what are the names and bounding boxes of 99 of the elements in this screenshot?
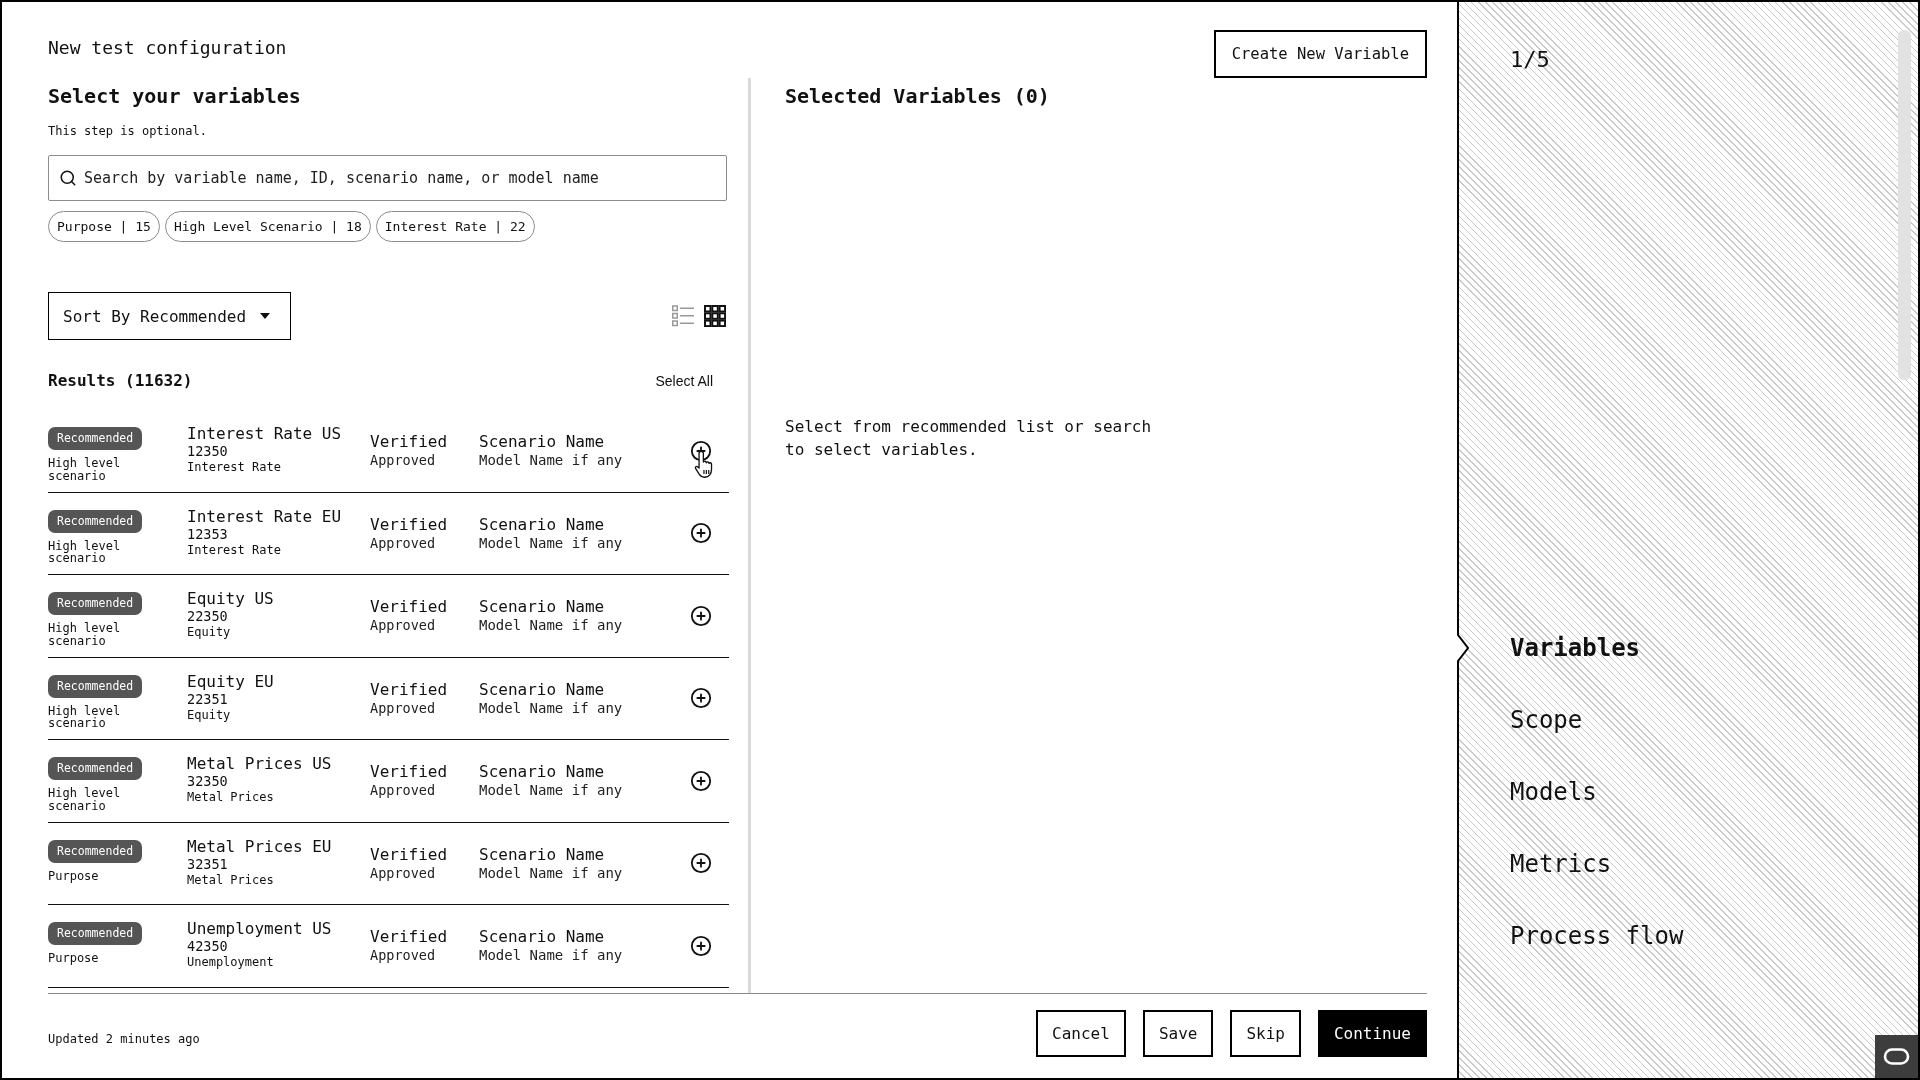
page-title: New test configuration: [48, 36, 287, 60]
step-item[interactable]: Metrics: [1459, 828, 1612, 900]
selected-heading: Selected Variables (0): [785, 84, 1051, 108]
scope-label: High level scenario: [48, 622, 122, 647]
model-name: Model Name if any: [479, 451, 623, 470]
category-label: Equity: [187, 707, 231, 723]
model-name: Model Name if any: [479, 946, 623, 965]
recommended-badge: Recommended: [48, 427, 143, 450]
category-label: Equity: [187, 625, 231, 640]
approval-text: Approved: [370, 781, 436, 800]
status-text: Verified: [370, 514, 448, 534]
add-circle-icon[interactable]: [690, 604, 712, 627]
variable-id: 22350: [187, 608, 228, 625]
step-item[interactable]: Scope: [1459, 684, 1583, 756]
step-item[interactable]: Process flow: [1459, 900, 1684, 972]
scenario-name: Scenario Name: [479, 762, 605, 782]
recommended-badge: Recommended: [48, 592, 143, 615]
add-circle-icon[interactable]: [690, 439, 712, 462]
add-circle-icon[interactable]: [690, 522, 712, 545]
recommended-badge: Recommended: [48, 757, 143, 780]
category-label: Unemployment: [187, 955, 274, 970]
add-circle-icon[interactable]: [690, 687, 712, 710]
category-label: Interest Rate: [187, 460, 281, 475]
footer-button[interactable]: Skip: [1230, 1010, 1301, 1057]
step-item[interactable]: Models: [1459, 756, 1597, 828]
category-label: Interest Rate: [187, 542, 281, 558]
approval-text: Approved: [370, 698, 436, 717]
variable-id: 32351: [187, 855, 228, 873]
footer-button[interactable]: Save: [1142, 1010, 1214, 1057]
create-new-variable-button[interactable]: Create New Variable: [1213, 30, 1427, 78]
status-text: Verified: [370, 597, 448, 617]
search-icon: [59, 169, 77, 187]
variable-id: 22351: [187, 690, 228, 708]
recommended-badge: Recommended: [48, 922, 143, 945]
scope-label: Purpose: [48, 952, 100, 965]
status-text: Verified: [370, 844, 448, 864]
empty-state-message: Select from recommended list or search to select variables.: [785, 416, 1153, 461]
variable-name: Interest Rate US: [187, 424, 342, 443]
scenario-name: Scenario Name: [479, 679, 605, 699]
variable-name: Interest Rate EU: [187, 506, 342, 526]
scenario-name: Scenario Name: [479, 432, 605, 452]
model-name: Model Name if any: [479, 698, 623, 717]
approval-text: Approved: [370, 451, 436, 470]
model-name: Model Name if any: [479, 616, 623, 635]
status-text: Verified: [370, 762, 448, 782]
add-circle-icon[interactable]: [690, 852, 712, 875]
updated-timestamp: Updated 2 minutes ago: [48, 1031, 200, 1047]
variable-id: 12353: [187, 525, 228, 543]
footer-button[interactable]: Continue: [1317, 1010, 1427, 1057]
status-text: Verified: [370, 432, 448, 452]
category-label: Metal Prices: [187, 872, 274, 888]
scope-label: High level scenario: [48, 704, 122, 730]
add-circle-icon[interactable]: [690, 934, 712, 957]
recommended-badge: Recommended: [48, 509, 143, 533]
scenario-name: Scenario Name: [479, 927, 605, 947]
variable-id: 32350: [187, 773, 228, 790]
footer-button[interactable]: Cancel: [1036, 1010, 1126, 1057]
variable-id: 42350: [187, 938, 228, 955]
variable-name: Unemployment US: [187, 919, 332, 938]
scenario-name: Scenario Name: [479, 514, 605, 534]
scenario-name: Scenario Name: [479, 844, 605, 864]
scenario-name: Scenario Name: [479, 597, 605, 617]
search-field[interactable]: Search by variable name, ID, scenario name, or model name: [48, 155, 727, 201]
step-item[interactable]: Variables: [1459, 612, 1641, 684]
step-counter: 1/5: [1509, 46, 1550, 74]
filter-chip[interactable]: Interest Rate | 22: [375, 211, 535, 242]
scope-label: High level scenario: [48, 457, 122, 482]
approval-text: Approved: [370, 616, 436, 635]
results-title: Results (11632): [48, 371, 193, 391]
list-view-icon[interactable]: [672, 305, 694, 327]
approval-text: Approved: [370, 946, 436, 965]
approval-text: Approved: [370, 863, 436, 882]
model-name: Model Name if any: [479, 533, 623, 552]
model-name: Model Name if any: [479, 863, 623, 882]
caret-icon: [260, 313, 271, 319]
section-heading: Select your variables: [48, 84, 302, 108]
scrollbar[interactable]: [1898, 30, 1911, 380]
variable-id: 12350: [187, 443, 228, 460]
hint-text: This step is optional.: [48, 123, 208, 139]
recommended-badge: Recommended: [48, 674, 143, 698]
approval-text: Approved: [370, 533, 436, 552]
filter-chip[interactable]: Purpose | 15: [48, 211, 160, 242]
grid-view-icon[interactable]: [704, 305, 726, 327]
scope-label: High level scenario: [48, 787, 122, 812]
model-name: Model Name if any: [479, 781, 623, 800]
select-all-link[interactable]: Select All: [655, 373, 713, 389]
scope-label: High level scenario: [48, 539, 122, 565]
filter-chip[interactable]: High Level Scenario | 18: [164, 211, 371, 242]
status-text: Verified: [370, 927, 448, 947]
variable-name: Equity EU: [187, 671, 274, 691]
variable-name: Equity US: [187, 589, 274, 608]
recommended-badge: Recommended: [48, 839, 143, 863]
scope-label: Purpose: [48, 869, 100, 882]
sort-dropdown[interactable]: Sort By Recommended: [48, 292, 291, 340]
category-label: Metal Prices: [187, 790, 274, 805]
status-text: Verified: [370, 679, 448, 699]
variable-name: Metal Prices US: [187, 754, 332, 773]
variable-name: Metal Prices EU: [187, 836, 332, 856]
add-circle-icon[interactable]: [690, 769, 712, 792]
